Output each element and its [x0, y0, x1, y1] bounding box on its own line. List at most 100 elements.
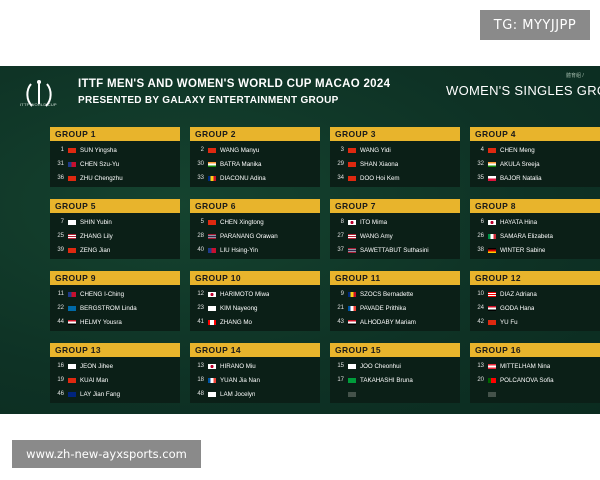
china-flag-icon — [68, 377, 76, 383]
player-name: CHENG I-Ching — [80, 290, 125, 298]
player-row: 38 WINTER Sabine — [470, 243, 600, 257]
player-row: 46 LAY Jian Fang — [50, 387, 180, 401]
player-row: 27 WANG Amy — [330, 229, 460, 243]
group-card: GROUP 9 11 CHENG I-Ching 22 BERGSTROM Linda 4… — [50, 271, 180, 331]
player-seed: 8 — [340, 219, 344, 225]
player-row: 33 DIACONU Adina — [190, 171, 320, 185]
player-seed: 2 — [200, 147, 204, 153]
player-row: 48 LAM Jocelyn — [190, 387, 320, 401]
group-card: GROUP 13 16 JEON Jihee 19 KUAI Man 46 LAY Jian… — [50, 343, 180, 403]
player-seed: 20 — [477, 377, 484, 383]
thailand-flag-icon — [348, 247, 356, 253]
player-seed: 40 — [197, 247, 204, 253]
player-name: ZHANG Mo — [220, 318, 252, 326]
logo-text: ITTF WORLD CUP — [20, 102, 57, 107]
world-cup-logo-icon — [26, 80, 52, 107]
player-row: 34 DOO Hoi Kem — [330, 171, 460, 185]
player-list: 4 CHEN Meng 32 AKULA Sreeja 35 BAJOR Natalia — [470, 141, 600, 185]
korea-flag-icon — [208, 305, 216, 311]
player-name: WINTER Sabine — [500, 246, 546, 254]
player-name: HELMY Yousra — [80, 318, 122, 326]
player-seed: 44 — [57, 319, 64, 325]
china-flag-icon — [348, 147, 356, 153]
player-seed: 22 — [57, 305, 64, 311]
screenshot-root: TG: MYYJJPP ITTF WORLD CUP ITTF MEN'S AN… — [0, 0, 600, 480]
player-row: 41 ZHANG Mo — [190, 315, 320, 329]
player-row: 42 YU Fu — [470, 315, 600, 329]
group-header: GROUP 12 — [470, 271, 600, 285]
player-name: POLCANOVA Sofia — [500, 376, 554, 384]
player-list: 1 SUN Yingsha 31 CHEN Szu-Yu 36 ZHU Chengzhu — [50, 141, 180, 185]
france-flag-icon — [208, 377, 216, 383]
player-row: 15 JOO Cheonhui — [330, 359, 460, 373]
player-name: BERGSTROM Linda — [80, 304, 137, 312]
player-seed: 7 — [60, 219, 64, 225]
player-row — [470, 387, 600, 401]
france-flag-icon — [348, 305, 356, 311]
player-seed: 36 — [57, 175, 64, 181]
group-header: GROUP 5 — [50, 199, 180, 213]
player-row: 11 CHENG I-Ching — [50, 287, 180, 301]
usa-flag-icon — [348, 233, 356, 239]
player-row: 13 MITTELHAM Nina — [470, 359, 600, 373]
player-name: AKULA Sreeja — [500, 160, 540, 168]
chinese-taipei-flag-icon — [68, 161, 76, 167]
player-row: 6 HAYATA Hina — [470, 215, 600, 229]
player-seed: 39 — [57, 247, 64, 253]
player-name: SAMARA Elizabeta — [500, 232, 553, 240]
player-name: KIM Nayeong — [220, 304, 258, 312]
group-card: GROUP 14 13 HIRANO Miu 18 YUAN Jia Nan 48 LAM … — [190, 343, 320, 403]
player-seed: 30 — [197, 161, 204, 167]
player-seed: 4 — [480, 147, 484, 153]
player-row: 43 ALHODABY Mariam — [330, 315, 460, 329]
player-name: LIU Hsing-Yin — [220, 246, 258, 254]
group-header: GROUP 11 — [330, 271, 460, 285]
player-row: 30 BATRA Manika — [190, 157, 320, 171]
player-name: SHAN Xiaona — [360, 160, 399, 168]
brazil-flag-icon — [348, 377, 356, 383]
group-card: GROUP 6 5 CHEN Xingtong 28 PARANANG Orawan 40… — [190, 199, 320, 259]
player-row: 44 HELMY Yousra — [50, 315, 180, 329]
player-list: 13 MITTELHAM Nina 20 POLCANOVA Sofia — [470, 357, 600, 401]
group-card: GROUP 7 8 ITO Mima 27 WANG Amy 37 SAWETTABUT S… — [330, 199, 460, 259]
player-seed: 17 — [337, 377, 344, 383]
player-name: JEON Jihee — [80, 362, 114, 370]
korea-flag-icon — [208, 391, 216, 397]
group-card: GROUP 4 4 CHEN Meng 32 AKULA Sreeja 35 BAJOR N… — [470, 127, 600, 187]
player-name: SAWETTABUT Suthasini — [360, 246, 429, 254]
player-name: TAKAHASHI Bruna — [360, 376, 413, 384]
player-list: 2 WANG Manyu 30 BATRA Manika 33 DIACONU Adina — [190, 141, 320, 185]
player-row: 22 BERGSTROM Linda — [50, 301, 180, 315]
japan-flag-icon — [488, 219, 496, 225]
player-list: 7 SHIN Yubin 25 ZHANG Lily 39 ZENG Jian — [50, 213, 180, 257]
event-title: WOMEN'S SINGLES GRO — [446, 83, 600, 98]
player-row: 20 POLCANOVA Sofia — [470, 373, 600, 387]
player-seed: 37 — [337, 247, 344, 253]
player-seed: 29 — [337, 161, 344, 167]
player-name: KUAI Man — [80, 376, 109, 384]
portugal-flag-icon — [488, 377, 496, 383]
player-seed: 48 — [197, 391, 204, 397]
player-row: 19 KUAI Man — [50, 373, 180, 387]
player-row: 7 SHIN Yubin — [50, 215, 180, 229]
egypt-flag-icon — [348, 319, 356, 325]
blurred-flag-icon — [348, 391, 356, 397]
player-row: 35 BAJOR Natalia — [470, 171, 600, 185]
player-name: CHEN Szu-Yu — [80, 160, 120, 168]
china-flag-icon — [208, 147, 216, 153]
player-name: DOO Hoi Kem — [360, 174, 400, 182]
player-name: SZOCS Bernadette — [360, 290, 414, 298]
china-flag-icon — [488, 147, 496, 153]
player-seed: 5 — [200, 219, 204, 225]
group-card: GROUP 5 7 SHIN Yubin 25 ZHANG Lily 39 ZENG Jia… — [50, 199, 180, 259]
player-seed: 1 — [60, 147, 64, 153]
player-row: 8 ITO Mima — [330, 215, 460, 229]
player-seed: 24 — [477, 305, 484, 311]
player-seed: 42 — [477, 319, 484, 325]
player-seed: 21 — [337, 305, 344, 311]
group-card: GROUP 16 13 MITTELHAM Nina 20 POLCANOVA Sofi… — [470, 343, 600, 403]
sweden-flag-icon — [68, 305, 76, 311]
player-seed: 31 — [57, 161, 64, 167]
player-seed: 10 — [477, 291, 484, 297]
player-seed: 9 — [340, 291, 344, 297]
